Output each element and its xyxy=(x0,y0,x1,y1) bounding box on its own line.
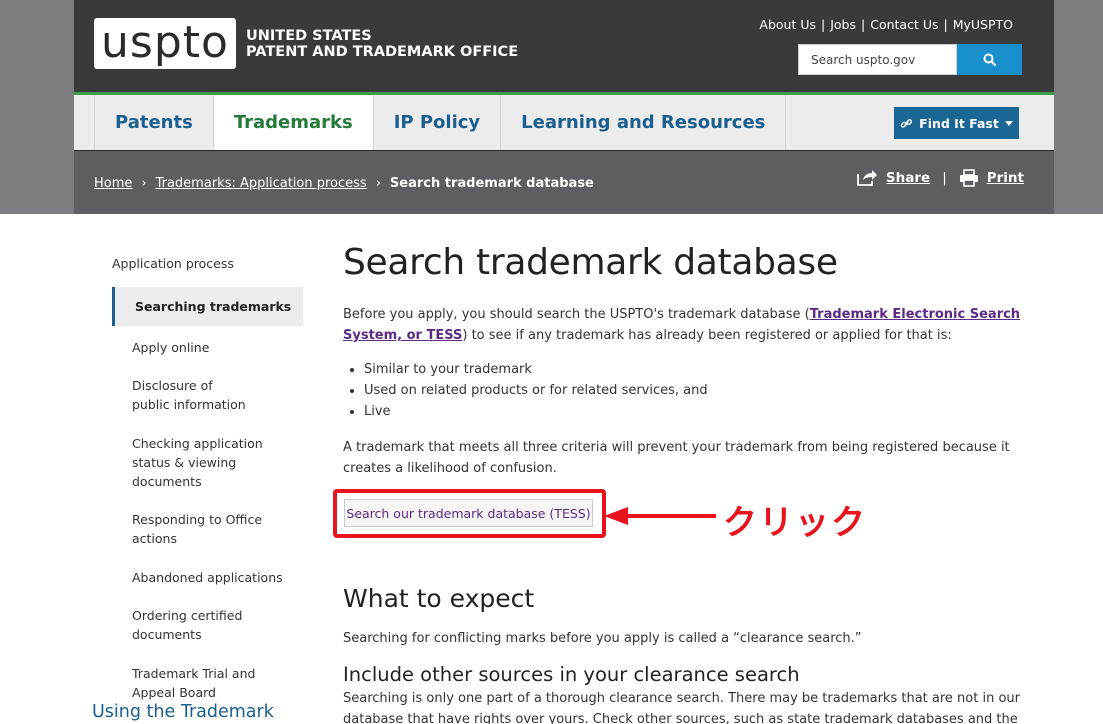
breadcrumb-band: Home › Trademarks: Application process ›… xyxy=(74,150,1054,214)
share-print-tools: Share | Print xyxy=(856,169,1024,187)
annotation-arrow-icon xyxy=(604,507,716,525)
nav-trademarks[interactable]: Trademarks xyxy=(212,95,373,150)
list-item: Live xyxy=(364,401,1043,422)
breadcrumb-separator-icon: › xyxy=(141,176,147,191)
side-nav-disclosure[interactable]: Disclosure of public information xyxy=(112,376,252,414)
nav-ip-policy[interactable]: IP Policy xyxy=(372,95,500,150)
side-nav-checking-status[interactable]: Checking application status & viewing do… xyxy=(112,434,292,491)
search-input[interactable] xyxy=(798,44,957,75)
breadcrumb-home[interactable]: Home xyxy=(94,176,132,191)
search-icon xyxy=(983,53,996,66)
uspto-logo[interactable]: uspto xyxy=(94,18,236,69)
utility-links: About Us | Jobs | Contact Us | MyUSPTO xyxy=(754,17,1018,32)
site-search xyxy=(798,44,1022,75)
side-nav-apply-online[interactable]: Apply online xyxy=(112,338,303,357)
decorative-pattern-left xyxy=(0,0,74,214)
share-icon[interactable] xyxy=(856,169,878,187)
intro-paragraph: Before you apply, you should search the … xyxy=(343,304,1033,346)
side-nav-responding[interactable]: Responding to Office actions xyxy=(112,510,303,548)
nav-patents[interactable]: Patents xyxy=(94,95,213,150)
breadcrumb-current: Search trademark database xyxy=(389,176,594,191)
side-nav-ttab[interactable]: Trademark Trial and Appeal Board xyxy=(112,664,292,702)
share-link[interactable]: Share xyxy=(886,170,930,186)
org-name-line1: UNITED STATES xyxy=(246,28,372,44)
find-it-fast-label: Find It Fast xyxy=(919,115,999,131)
myuspto-link[interactable]: MyUSPTO xyxy=(948,17,1018,32)
main-nav: Patents Trademarks IP Policy Learning an… xyxy=(74,92,1054,150)
side-nav-abandoned[interactable]: Abandoned applications xyxy=(112,568,303,587)
side-nav-using-trademark-heading[interactable]: Using the Trademark xyxy=(92,702,274,722)
list-item: Used on related products or for related … xyxy=(364,380,1043,401)
print-link[interactable]: Print xyxy=(987,170,1024,186)
about-us-link[interactable]: About Us xyxy=(754,17,821,32)
print-icon[interactable] xyxy=(959,169,979,187)
expect-paragraph: Searching for conflicting marks before y… xyxy=(343,631,862,646)
side-nav-title[interactable]: Application process xyxy=(112,250,303,277)
caret-down-icon xyxy=(1004,120,1013,126)
jobs-link[interactable]: Jobs xyxy=(825,17,861,32)
intro-after: ) to see if any trademark has already be… xyxy=(462,328,952,343)
intro-before: Before you apply, you should search the … xyxy=(343,307,810,322)
list-item: Similar to your trademark xyxy=(364,359,1043,380)
other-sources-heading: Include other sources in your clearance … xyxy=(343,663,800,686)
site-header: uspto UNITED STATES PATENT AND TRADEMARK… xyxy=(74,0,1054,92)
contact-us-link[interactable]: Contact Us xyxy=(865,17,943,32)
what-to-expect-heading: What to expect xyxy=(343,584,535,613)
link-icon xyxy=(900,118,913,128)
org-name-line2: PATENT AND TRADEMARK OFFICE xyxy=(246,44,519,60)
breadcrumb-parent[interactable]: Trademarks: Application process xyxy=(156,176,367,191)
nav-learning-resources[interactable]: Learning and Resources xyxy=(500,95,787,150)
decorative-pattern-right xyxy=(1054,0,1103,214)
share-print-divider: | xyxy=(942,170,947,186)
side-nav: Application process Searching trademarks… xyxy=(112,250,303,702)
side-nav-ordering[interactable]: Ordering certified documents xyxy=(112,606,252,644)
side-nav-searching-trademarks[interactable]: Searching trademarks xyxy=(112,287,303,326)
criteria-paragraph: A trademark that meets all three criteri… xyxy=(343,440,1010,476)
breadcrumb-separator-icon: › xyxy=(375,176,381,191)
main-content: Search trademark database Before you app… xyxy=(343,240,1043,724)
find-it-fast-button[interactable]: Find It Fast xyxy=(894,107,1019,139)
other-sources-paragraph: Searching is only one part of a thorough… xyxy=(343,691,1020,724)
annotation-highlight-box xyxy=(333,489,606,538)
org-name: UNITED STATES PATENT AND TRADEMARK OFFIC… xyxy=(246,28,518,60)
annotation-click-label: クリック xyxy=(723,503,867,543)
criteria-list: Similar to your trademark Used on relate… xyxy=(364,359,1043,422)
search-button[interactable] xyxy=(957,44,1022,75)
breadcrumb: Home › Trademarks: Application process ›… xyxy=(94,176,594,191)
page-title: Search trademark database xyxy=(343,242,838,283)
